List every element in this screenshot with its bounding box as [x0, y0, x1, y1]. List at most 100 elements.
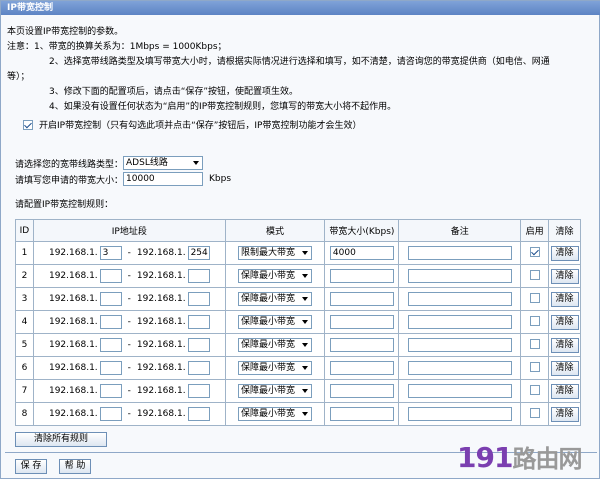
ip-range-cell: 192.168.1. -192.168.1.	[32, 333, 226, 357]
ip-end-input[interactable]	[187, 407, 210, 421]
clear-row-button[interactable]: 清除	[550, 383, 579, 399]
bandwidth-input[interactable]: 10000	[123, 172, 204, 186]
bandwidth-cell	[324, 264, 400, 288]
chevron-down-icon	[302, 389, 309, 393]
note-input[interactable]	[407, 292, 512, 306]
clear-cell: 清除	[548, 402, 581, 426]
ip-end-input[interactable]	[187, 384, 210, 398]
ip-prefix-start: 192.168.1.	[48, 317, 98, 327]
clear-row-button[interactable]: 清除	[550, 245, 579, 261]
mode-select[interactable]: 保障最小带宽	[238, 269, 313, 283]
ip-range-dash: -	[127, 409, 131, 419]
bandwidth-value-input[interactable]	[329, 292, 394, 306]
row-id: 4	[15, 310, 34, 334]
chevron-down-icon	[302, 251, 309, 255]
chevron-down-icon	[193, 161, 200, 165]
mode-select[interactable]: 保障最小带宽	[238, 361, 313, 375]
bandwidth-value-input[interactable]	[329, 407, 394, 421]
note-line-3: 2、选择宽带线路类型及填写带宽大小时，请根据实际情况进行选择和填写，如不清楚，请…	[49, 57, 550, 67]
note-input[interactable]	[407, 361, 512, 375]
enabled-cell	[520, 287, 550, 311]
note-line-4: 等）；	[7, 72, 30, 82]
note-line-5: 3、修改下面的配置项后，请点击“保存”按钮，使配置项生效。	[49, 87, 299, 97]
clear-row-button[interactable]: 清除	[550, 406, 579, 422]
bandwidth-label: 请填写您申请的带宽大小：	[15, 175, 124, 186]
bandwidth-value-input[interactable]: 4000	[329, 246, 394, 260]
table-row: 3 192.168.1. -192.168.1. 保障最小带宽 清除	[15, 287, 581, 311]
bandwidth-value-input[interactable]	[329, 384, 394, 398]
ip-prefix-end: 192.168.1.	[136, 317, 186, 327]
bandwidth-value-input[interactable]	[329, 338, 394, 352]
enabled-checkbox[interactable]	[529, 407, 540, 418]
clear-cell: 清除	[548, 310, 581, 334]
enabled-checkbox[interactable]	[529, 246, 540, 257]
watermark-logo: 191路由网	[457, 439, 582, 474]
col-enabled-header: 启用	[520, 219, 550, 242]
bandwidth-value-input[interactable]	[329, 269, 394, 283]
bandwidth-unit: Kbps	[209, 174, 232, 184]
save-button[interactable]: 保 存	[15, 459, 47, 474]
ip-range-cell: 192.168.1. 3-192.168.1. 254	[32, 241, 226, 265]
enabled-cell	[520, 356, 550, 380]
mode-select[interactable]: 保障最小带宽	[238, 384, 313, 398]
note-input[interactable]	[407, 384, 512, 398]
watermark-digits: 191	[457, 441, 513, 474]
note-cell	[398, 310, 522, 334]
mode-select[interactable]: 保障最小带宽	[238, 292, 313, 306]
bandwidth-value-input[interactable]	[329, 315, 394, 329]
ip-end-input[interactable]	[187, 338, 210, 352]
ip-start-input[interactable]	[99, 269, 122, 283]
ip-start-input[interactable]	[99, 315, 122, 329]
rules-label: 请配置IP带宽控制规则：	[15, 200, 114, 210]
enabled-checkbox[interactable]	[529, 338, 540, 349]
line-type-select[interactable]: ADSL线路	[123, 156, 204, 170]
enabled-checkbox[interactable]	[529, 315, 540, 326]
enable-bandwidth-label: 开启IP带宽控制（只有勾选此项并点击“保存”按钮后，IP带宽控制功能才会生效）	[39, 121, 362, 131]
enabled-checkbox[interactable]	[529, 384, 540, 395]
ip-end-input[interactable]: 254	[187, 246, 210, 260]
enabled-checkbox[interactable]	[529, 361, 540, 372]
ip-range-dash: -	[127, 317, 131, 327]
enabled-checkbox[interactable]	[529, 292, 540, 303]
mode-select[interactable]: 保障最小带宽	[238, 315, 313, 329]
ip-start-input[interactable]	[99, 292, 122, 306]
ip-start-input[interactable]	[99, 338, 122, 352]
help-button[interactable]: 帮 助	[59, 459, 91, 474]
note-input[interactable]	[407, 269, 512, 283]
ip-end-input[interactable]	[187, 269, 210, 283]
chevron-down-icon	[302, 412, 309, 416]
note-input[interactable]	[407, 407, 512, 421]
bandwidth-value-input[interactable]	[329, 361, 394, 375]
ip-prefix-end: 192.168.1.	[136, 363, 186, 373]
bandwidth-cell	[324, 379, 400, 403]
ip-end-input[interactable]	[187, 361, 210, 375]
note-input[interactable]	[407, 246, 512, 260]
ip-end-input[interactable]	[187, 292, 210, 306]
mode-select[interactable]: 限制最大带宽	[238, 246, 313, 260]
ip-start-input[interactable]	[99, 384, 122, 398]
clear-row-button[interactable]: 清除	[550, 291, 579, 307]
clear-row-button[interactable]: 清除	[550, 314, 579, 330]
note-input[interactable]	[407, 338, 512, 352]
enabled-checkbox[interactable]	[529, 269, 540, 280]
mode-cell: 保障最小带宽	[224, 333, 326, 357]
ip-start-input[interactable]	[99, 361, 122, 375]
note-input[interactable]	[407, 315, 512, 329]
ip-range-dash: -	[127, 363, 131, 373]
row-id: 8	[15, 402, 34, 426]
clear-cell: 清除	[548, 287, 581, 311]
ip-end-input[interactable]	[187, 315, 210, 329]
ip-start-input[interactable]	[99, 407, 122, 421]
clear-all-rules-button[interactable]: 清除所有规则	[15, 432, 107, 447]
note-cell	[398, 287, 522, 311]
mode-select[interactable]: 保障最小带宽	[238, 338, 313, 352]
clear-row-button[interactable]: 清除	[550, 337, 579, 353]
ip-start-input[interactable]: 3	[99, 246, 122, 260]
enable-bandwidth-checkbox[interactable]	[23, 119, 33, 130]
enabled-cell	[520, 264, 550, 288]
clear-row-button[interactable]: 清除	[550, 360, 579, 376]
clear-row-button[interactable]: 清除	[550, 268, 579, 284]
mode-cell: 保障最小带宽	[224, 356, 326, 380]
mode-select[interactable]: 保障最小带宽	[238, 407, 313, 421]
note-line-2: 注意：1、带宽的换算关系为：1Mbps = 1000Kbps；	[7, 42, 227, 52]
